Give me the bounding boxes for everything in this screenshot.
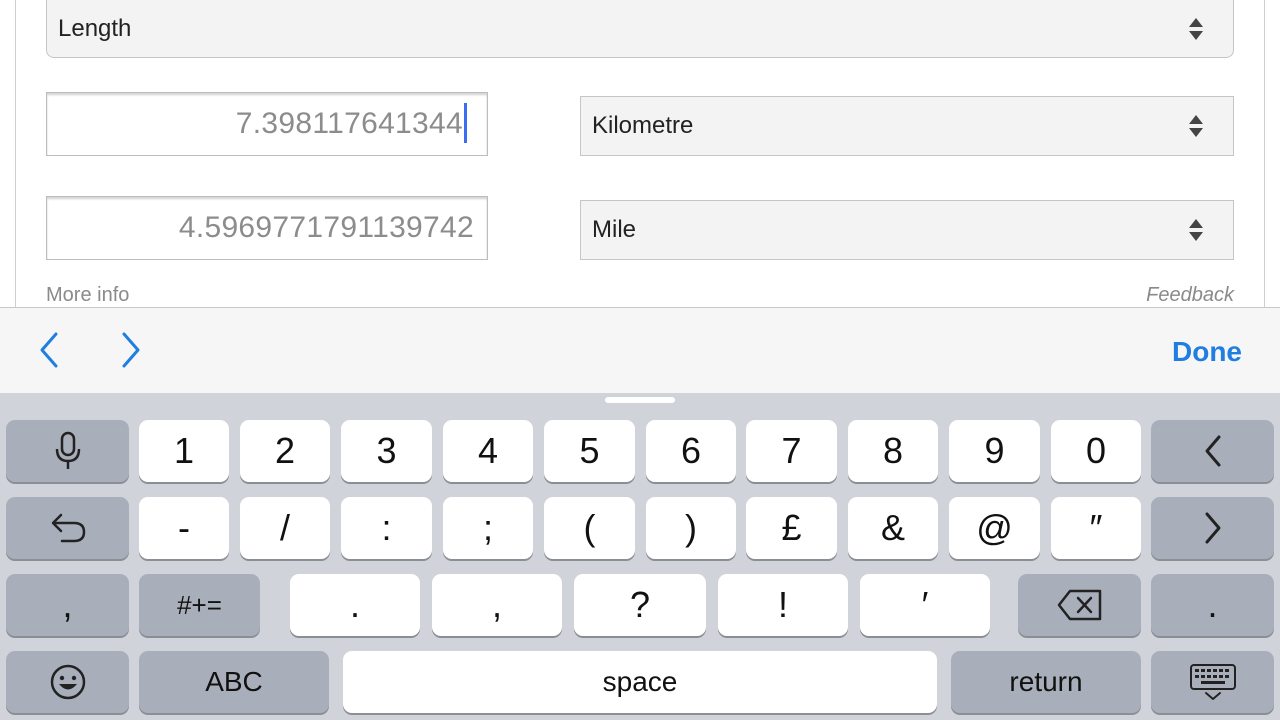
space-key[interactable]: space [343, 651, 937, 713]
cursor-left-key[interactable] [1151, 420, 1274, 482]
from-value-text: 7.398117641344 [235, 107, 463, 140]
key-8[interactable]: 8 [848, 420, 938, 482]
key-0[interactable]: 0 [1051, 420, 1141, 482]
dismiss-keyboard-key[interactable] [1151, 651, 1274, 713]
key-4[interactable]: 4 [443, 420, 533, 482]
cursor-right-key[interactable] [1151, 497, 1274, 559]
key-pound[interactable]: £ [746, 497, 837, 559]
undo-key[interactable] [6, 497, 129, 559]
key-ampersand[interactable]: & [848, 497, 938, 559]
chevron-left-icon [1205, 435, 1220, 467]
chevron-right-icon [1205, 512, 1220, 544]
key-open-paren[interactable]: ( [544, 497, 635, 559]
emoji-icon [50, 664, 85, 700]
key-6[interactable]: 6 [646, 420, 736, 482]
chevron-right-icon [122, 332, 140, 368]
key-period-right[interactable]: . [1151, 574, 1274, 636]
key-comma-left[interactable]: , [6, 574, 129, 636]
frame-border-left [15, 0, 16, 307]
keyboard-drag-handle[interactable] [605, 397, 675, 403]
more-info-link[interactable]: More info [46, 284, 129, 307]
key-2[interactable]: 2 [240, 420, 330, 482]
key-exclamation[interactable]: ! [718, 574, 848, 636]
text-caret [464, 103, 467, 144]
key-9[interactable]: 9 [949, 420, 1040, 482]
from-unit-label: Kilometre [592, 112, 694, 139]
category-select[interactable]: Length [46, 0, 1234, 58]
to-unit-label: Mile [592, 216, 637, 243]
frame-border-right [1264, 0, 1265, 307]
feedback-link[interactable]: Feedback [1146, 284, 1234, 307]
undo-icon [51, 513, 85, 543]
microphone-icon [55, 431, 80, 469]
select-arrows-icon [1185, 14, 1207, 44]
next-field-button[interactable] [116, 330, 146, 370]
to-unit-select[interactable]: Mile [580, 200, 1234, 260]
abc-key[interactable]: ABC [139, 651, 329, 713]
return-key[interactable]: return [951, 651, 1141, 713]
key-3[interactable]: 3 [341, 420, 432, 482]
key-question[interactable]: ? [574, 574, 706, 636]
key-slash[interactable]: / [240, 497, 330, 559]
key-double-quote[interactable]: ″ [1051, 497, 1141, 559]
key-single-quote[interactable]: ′ [860, 574, 990, 636]
emoji-key[interactable] [6, 651, 129, 713]
keyboard-accessory-bar: Done [0, 307, 1280, 393]
backspace-icon [1057, 589, 1101, 621]
delete-key[interactable] [1018, 574, 1141, 636]
to-value-input[interactable]: 4.5969771791139742 [46, 196, 488, 260]
key-close-paren[interactable]: ) [646, 497, 736, 559]
key-5[interactable]: 5 [544, 420, 635, 482]
chevron-left-icon [40, 332, 58, 368]
key-period[interactable]: . [290, 574, 420, 636]
key-1[interactable]: 1 [139, 420, 229, 482]
done-button[interactable]: Done [1172, 336, 1242, 368]
numbers-keyboard: 1 2 3 4 5 6 7 8 9 0 - / : ; ( ) £ & @ ″ … [0, 393, 1280, 720]
key-colon[interactable]: : [341, 497, 432, 559]
from-unit-select[interactable]: Kilometre [580, 96, 1234, 156]
key-semicolon[interactable]: ; [443, 497, 533, 559]
key-hyphen[interactable]: - [139, 497, 229, 559]
category-select-label: Length [58, 14, 132, 42]
keyboard-hide-icon [1189, 664, 1236, 700]
to-value-text: 4.5969771791139742 [178, 211, 474, 244]
dictation-key[interactable] [6, 420, 129, 482]
unit-converter: Length 7.398117641344 Kilometre 4.596977… [0, 0, 1280, 307]
symbols-key[interactable]: #+= [139, 574, 260, 636]
key-comma[interactable]: , [432, 574, 562, 636]
previous-field-button[interactable] [34, 330, 64, 370]
select-arrows-icon [1185, 111, 1207, 141]
select-arrows-icon [1185, 215, 1207, 245]
from-value-input[interactable]: 7.398117641344 [46, 92, 488, 156]
key-7[interactable]: 7 [746, 420, 837, 482]
key-at[interactable]: @ [949, 497, 1040, 559]
